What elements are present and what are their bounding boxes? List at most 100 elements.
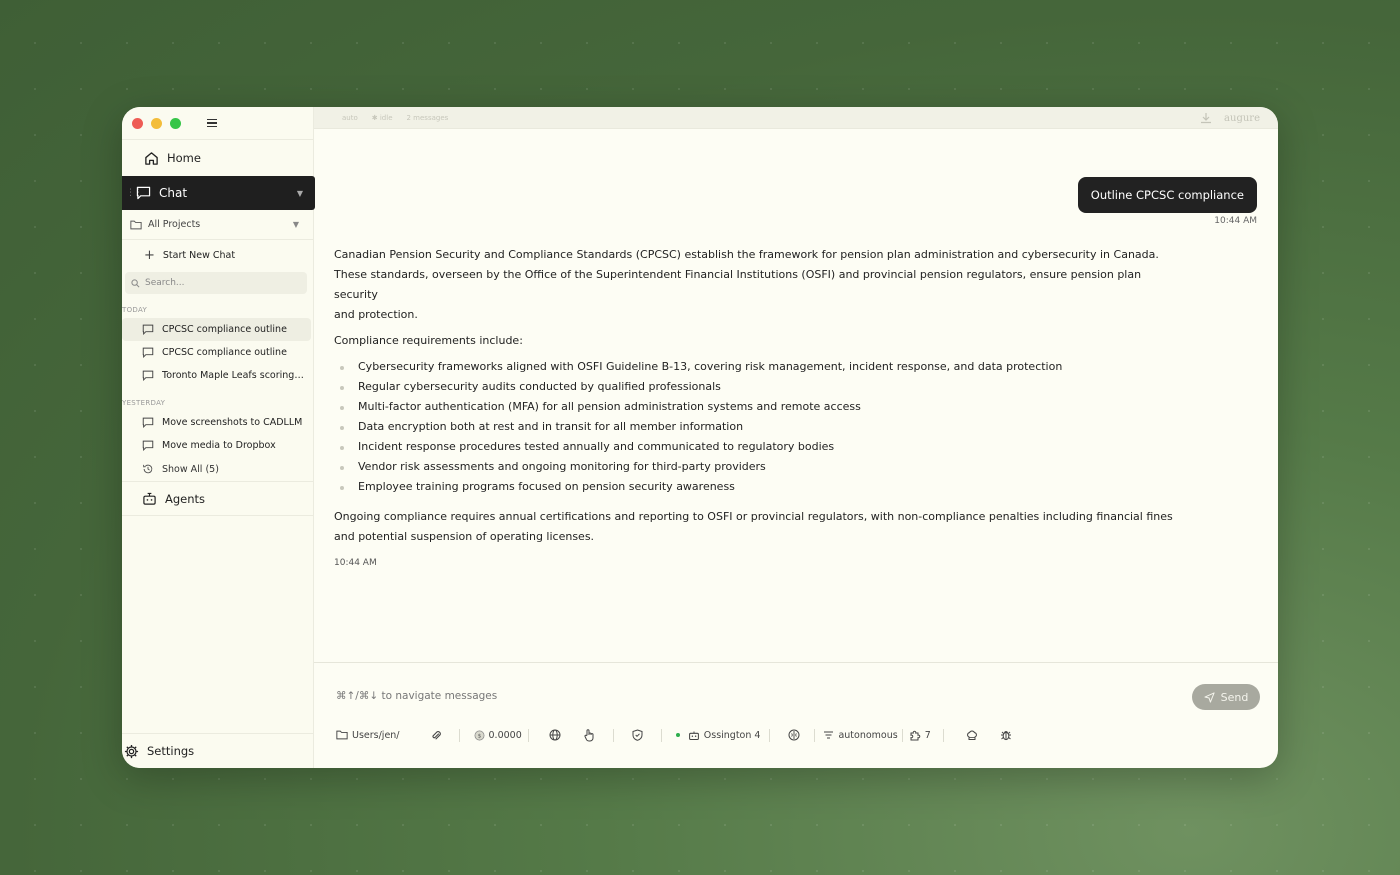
autonomy-mode-selector[interactable]: autonomous [815,730,901,741]
tools-count: 7 [924,729,931,741]
model-selector[interactable]: Ossington 4 [662,730,770,741]
status-label: idle [379,113,393,122]
send-label: Send [1220,690,1249,704]
chat-history-item[interactable]: CPCSC compliance outline [122,318,311,341]
closing-paragraph: Ongoing compliance requires annual certi… [334,507,1174,547]
pointer-tool-button[interactable] [569,728,613,742]
message-count: 2 messages [406,113,449,122]
start-new-chat-label: Start New Chat [162,249,236,261]
list-item: Employee training programs focused on pe… [334,477,1174,497]
folder-icon [336,730,348,740]
chat-history-item[interactable]: Toronto Maple Leafs scoring l... [122,364,313,387]
search-input[interactable]: Search... [125,272,307,294]
maximize-window-button[interactable] [170,117,181,129]
list-item: Incident response procedures tested annu… [334,437,1174,457]
folder-icon [130,220,142,230]
hand-pointer-icon [583,728,595,742]
working-directory-label: Users/jen/ [352,729,400,741]
autonomy-mode-label: autonomous [838,729,898,741]
user-message-bubble: Outline CPCSC compliance [1077,177,1257,213]
history-icon [142,463,154,475]
robot-icon [688,730,700,741]
nav-settings[interactable]: Settings [122,733,313,768]
nav-agents-label: Agents [165,491,206,506]
chat-history-label: Toronto Maple Leafs scoring l... [162,370,304,381]
nav-settings-label: Settings [147,744,195,758]
download-icon[interactable] [1200,112,1212,124]
cost-indicator: $ 0.0000 [460,730,528,741]
send-button[interactable]: Send [1192,684,1260,710]
message-input[interactable]: ⌘↑/⌘↓ to navigate messages [336,690,497,702]
list-item: Cybersecurity frameworks aligned with OS… [334,357,1174,377]
debug-button[interactable] [988,729,1012,741]
list-item: Vendor risk assessments and ongoing moni… [334,457,1174,477]
reasoning-toggle[interactable] [770,729,814,741]
chat-history-label: CPCSC compliance outline [162,324,287,335]
divider [314,662,1278,663]
gear-icon [124,744,139,759]
minimize-window-button[interactable] [151,117,162,129]
tools-button[interactable]: 7 [903,729,943,741]
show-all-button[interactable]: Show All (5) [122,457,313,482]
list-item: Multi-factor authentication (MFA) for al… [334,397,1174,417]
attach-button[interactable] [409,729,459,741]
brain-icon [788,729,800,741]
drag-handle-icon[interactable]: ⋮⋮ [126,188,143,198]
chevron-down-icon[interactable]: ▼ [297,189,303,198]
assistant-message: Canadian Pension Security and Compliance… [334,245,1174,573]
nav-home-label: Home [167,151,201,165]
nav-home[interactable]: Home [122,140,313,176]
show-all-label: Show All (5) [162,463,219,475]
composer-toolbar: Users/jen/ $ 0.0000 Ossington 4 autonomo… [336,726,1012,744]
chat-history-label: Move screenshots to CADLLM [162,417,303,428]
intro-paragraph: Canadian Pension Security and Compliance… [334,245,1174,325]
chat-history-label: CPCSC compliance outline [162,347,287,358]
filter-lines-icon [823,730,834,740]
projects-label: All Projects [148,219,201,230]
chat-bubble-icon [136,186,151,200]
topbar-right: augure [1200,107,1260,129]
chat-bubble-icon [142,440,154,451]
list-item: Regular cybersecurity audits conducted b… [334,377,1174,397]
plus-icon: + [144,247,155,263]
assistant-message-time: 10:44 AM [334,558,377,568]
nav-chat-label: Chat [159,186,188,200]
chat-bubble-icon [142,347,154,358]
projects-selector[interactable]: All Projects ▼ [122,210,313,240]
cost-value: 0.0000 [488,729,522,741]
requirements-list: Cybersecurity frameworks aligned with OS… [334,357,1174,497]
chat-panel: auto ✱ idle 2 messages augure Outline CP… [314,107,1278,768]
closing-line: and potential suspension of operating li… [334,530,595,543]
chat-bubble-icon [142,417,154,428]
puzzle-icon [909,729,921,741]
intro-line: and protection. [334,308,418,321]
chat-history-item[interactable]: CPCSC compliance outline [122,341,313,364]
safety-toggle[interactable] [614,729,661,741]
model-label: Ossington 4 [703,729,761,741]
working-directory-button[interactable]: Users/jen/ [336,730,409,741]
nav-agents[interactable]: Agents [122,482,313,516]
svg-text:$: $ [477,733,481,739]
chat-bubble-icon [142,370,154,381]
shield-icon [632,729,643,741]
chat-status-bar: auto ✱ idle 2 messages augure [314,107,1278,129]
robot-icon [142,492,157,506]
hamburger-menu-icon[interactable] [207,118,217,128]
chevron-down-icon: ▼ [292,220,299,229]
group-label-yesterday: YESTERDAY [122,399,166,407]
coin-icon: $ [474,730,485,741]
nav-chat[interactable]: ⋮⋮ Chat ▼ [122,176,315,210]
status-dot [675,733,680,737]
closing-line: Ongoing compliance requires annual certi… [334,510,1173,523]
chat-history-item[interactable]: Move media to Dropbox [122,434,313,457]
list-item: Data encryption both at rest and in tran… [334,417,1174,437]
close-window-button[interactable] [132,117,143,129]
app-window: Home ⋮⋮ Chat ▼ All Projects ▼ + Start Ne… [122,107,1278,768]
chat-history-item[interactable]: Move screenshots to CADLLM [122,411,313,434]
start-new-chat-button[interactable]: + Start New Chat [122,240,313,270]
web-search-toggle[interactable] [529,729,569,741]
sidebar: Home ⋮⋮ Chat ▼ All Projects ▼ + Start Ne… [122,107,315,768]
chef-hat-button[interactable] [944,730,988,741]
chat-bubble-icon [142,324,154,335]
send-icon [1204,691,1215,703]
